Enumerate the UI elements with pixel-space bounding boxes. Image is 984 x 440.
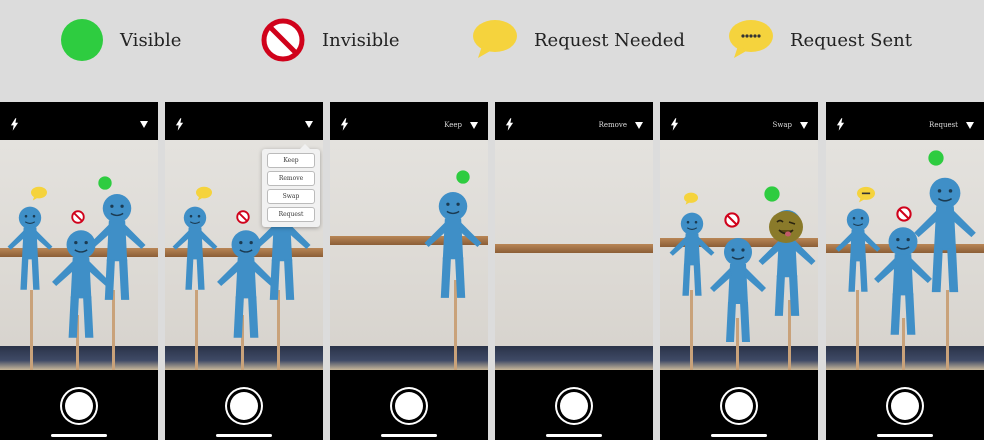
camera-bottom-bar bbox=[330, 370, 488, 440]
prohibited-icon bbox=[71, 210, 85, 224]
prohibited-icon bbox=[261, 18, 305, 62]
camera-bottom-bar bbox=[660, 370, 818, 440]
camera-viewfinder[interactable] bbox=[495, 140, 653, 370]
prohibited-icon bbox=[724, 212, 740, 228]
shutter-button[interactable] bbox=[891, 392, 919, 420]
shutter-button[interactable] bbox=[65, 392, 93, 420]
camera-bottom-bar bbox=[826, 370, 984, 440]
mode-dropdown[interactable] bbox=[132, 121, 148, 128]
home-indicator bbox=[711, 434, 767, 437]
green-circle-icon bbox=[456, 170, 470, 184]
camera-viewfinder[interactable] bbox=[330, 140, 488, 370]
mode-dropdown[interactable]: Remove bbox=[599, 121, 643, 129]
green-circle-icon bbox=[764, 186, 780, 202]
camera-viewfinder[interactable] bbox=[0, 140, 158, 370]
legend-label: Request Needed bbox=[534, 29, 685, 51]
swapped-emoji-face bbox=[769, 211, 803, 243]
speech-bubble-dots-icon bbox=[857, 186, 875, 203]
menu-item-remove[interactable]: Remove bbox=[267, 171, 315, 186]
legend-item-request-sent: Request Sent bbox=[728, 18, 912, 62]
camera-top-bar bbox=[0, 102, 158, 140]
mode-menu: Keep Remove Swap Request bbox=[262, 144, 320, 227]
mode-dropdown[interactable]: Keep bbox=[444, 121, 478, 129]
phone-screen-2: Keep Remove Swap Request bbox=[165, 102, 323, 440]
prohibited-icon bbox=[236, 210, 250, 224]
person-figure bbox=[171, 204, 219, 294]
chevron-down-icon bbox=[635, 121, 643, 129]
camera-bottom-bar bbox=[0, 370, 158, 440]
mode-label: Swap bbox=[772, 121, 792, 129]
home-indicator bbox=[216, 434, 272, 437]
shutter-button[interactable] bbox=[395, 392, 423, 420]
person-figure bbox=[422, 190, 484, 302]
person-figure bbox=[6, 204, 54, 294]
phone-screen-4: Remove bbox=[495, 102, 653, 440]
flash-icon[interactable] bbox=[340, 118, 349, 131]
phone-screen-1 bbox=[0, 102, 158, 440]
phone-screen-5: Swap bbox=[660, 102, 818, 440]
green-circle-icon bbox=[61, 19, 103, 61]
mode-label: Request bbox=[929, 121, 958, 129]
flash-icon[interactable] bbox=[836, 118, 845, 131]
home-indicator bbox=[877, 434, 933, 437]
camera-top-bar: Request bbox=[826, 102, 984, 140]
camera-bottom-bar bbox=[165, 370, 323, 440]
phone-screen-3: Keep bbox=[330, 102, 488, 440]
speech-bubble-dots-icon bbox=[729, 20, 773, 58]
legend-item-request-needed: Request Needed bbox=[472, 18, 685, 62]
chevron-down-icon bbox=[800, 121, 808, 129]
phone-screen-6: Request bbox=[826, 102, 984, 440]
chevron-down-icon bbox=[305, 121, 313, 128]
mode-label: Remove bbox=[598, 121, 627, 129]
speech-bubble-icon bbox=[31, 186, 47, 201]
person-figure bbox=[912, 170, 978, 302]
legend-item-visible: Visible bbox=[60, 18, 181, 62]
camera-bottom-bar bbox=[495, 370, 653, 440]
flash-icon[interactable] bbox=[175, 118, 184, 131]
menu-item-swap[interactable]: Swap bbox=[267, 189, 315, 204]
mode-dropdown[interactable]: Swap bbox=[773, 121, 808, 129]
menu-item-request[interactable]: Request bbox=[267, 207, 315, 222]
camera-top-bar bbox=[165, 102, 323, 140]
shutter-button[interactable] bbox=[725, 392, 753, 420]
status-legend: Visible Invisible Request Needed Request… bbox=[0, 0, 984, 100]
flash-icon[interactable] bbox=[670, 118, 679, 131]
chevron-down-icon bbox=[966, 121, 974, 129]
person-figure bbox=[86, 192, 148, 304]
mode-label: Keep bbox=[444, 121, 462, 129]
home-indicator bbox=[51, 434, 107, 437]
speech-bubble-icon bbox=[684, 192, 698, 205]
flash-icon[interactable] bbox=[505, 118, 514, 131]
green-circle-icon bbox=[98, 176, 112, 190]
legend-label: Visible bbox=[120, 29, 182, 51]
camera-viewfinder[interactable] bbox=[826, 140, 984, 370]
chevron-down-icon bbox=[470, 121, 478, 129]
legend-label: Request Sent bbox=[790, 29, 912, 51]
menu-item-keep[interactable]: Keep bbox=[267, 153, 315, 168]
camera-top-bar: Keep bbox=[330, 102, 488, 140]
shutter-button[interactable] bbox=[230, 392, 258, 420]
green-circle-icon bbox=[928, 150, 944, 166]
camera-top-bar: Swap bbox=[660, 102, 818, 140]
home-indicator bbox=[546, 434, 602, 437]
shutter-button[interactable] bbox=[560, 392, 588, 420]
mode-dropdown[interactable] bbox=[297, 121, 313, 128]
prohibited-icon bbox=[896, 206, 912, 222]
chevron-down-icon bbox=[140, 121, 148, 128]
speech-bubble-icon bbox=[196, 186, 212, 201]
home-indicator bbox=[381, 434, 437, 437]
legend-label: Invisible bbox=[322, 29, 400, 51]
camera-top-bar: Remove bbox=[495, 102, 653, 140]
camera-viewfinder[interactable] bbox=[660, 140, 818, 370]
speech-bubble-icon bbox=[473, 20, 517, 58]
legend-item-invisible: Invisible bbox=[260, 18, 400, 62]
flash-icon[interactable] bbox=[10, 118, 19, 131]
mode-dropdown[interactable]: Request bbox=[929, 121, 974, 129]
